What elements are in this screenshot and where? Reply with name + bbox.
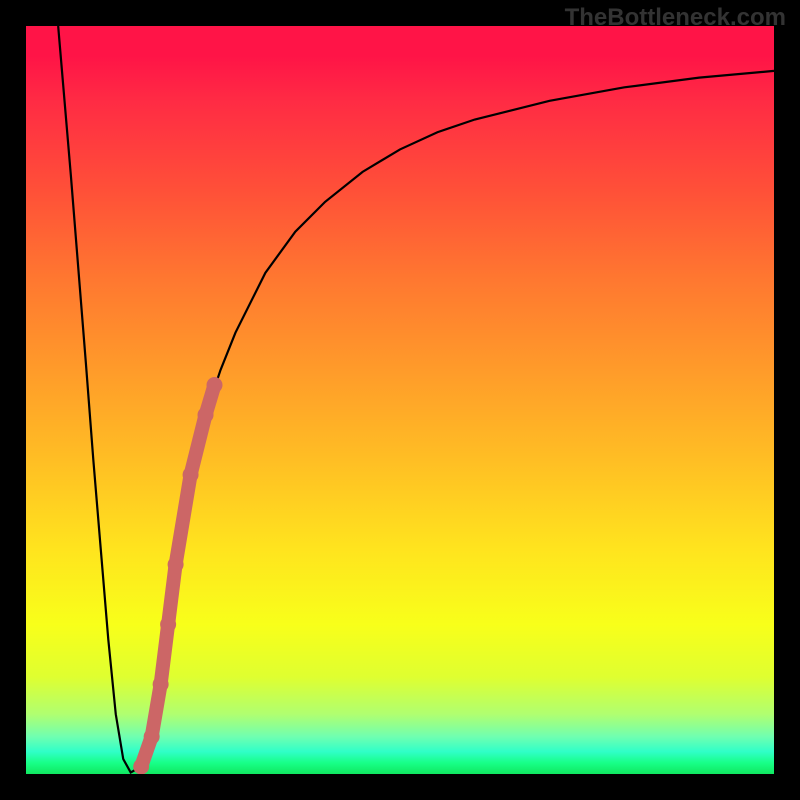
highlight-dot	[160, 616, 176, 632]
highlight-dot	[168, 557, 184, 573]
highlight-segment	[141, 385, 214, 766]
highlight-dot	[207, 377, 223, 393]
curve-layer	[26, 26, 774, 774]
highlight-dot	[133, 759, 149, 774]
highlight-dot	[144, 729, 160, 745]
highlight-dot	[183, 467, 199, 483]
plot-area	[26, 26, 774, 774]
highlight-dot	[198, 407, 214, 423]
watermark-text: TheBottleneck.com	[565, 4, 786, 32]
highlight-dot	[153, 676, 169, 692]
